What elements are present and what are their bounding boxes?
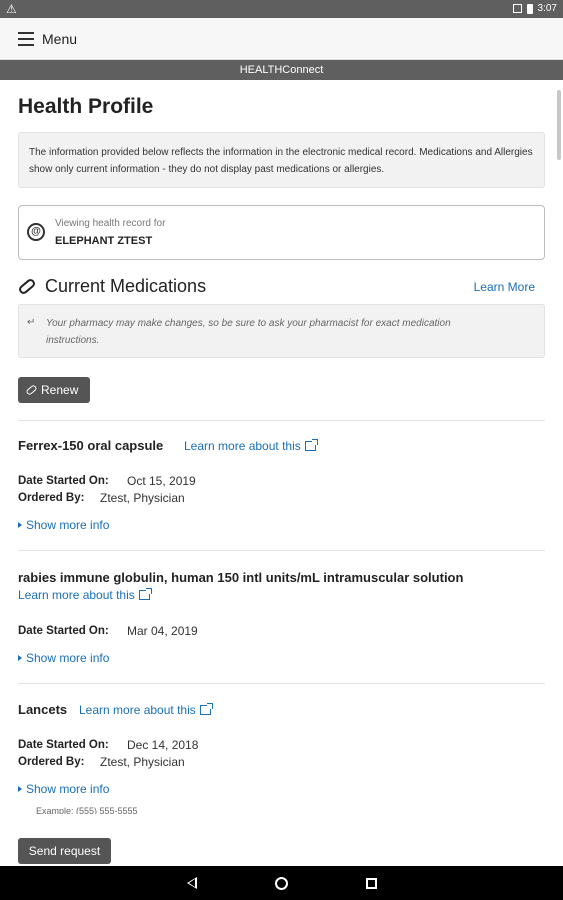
date-started-label: Date Started On:	[18, 475, 109, 487]
ordered-by-label: Ordered By:	[18, 756, 85, 768]
external-link-icon	[304, 439, 318, 451]
external-link-icon	[138, 588, 152, 600]
divider	[18, 550, 545, 551]
divider	[18, 683, 545, 684]
medication-name: Lancets	[18, 702, 68, 717]
menu-button[interactable]: Menu	[42, 31, 77, 47]
note-icon: ↵	[27, 317, 36, 328]
health-record-box: @ Viewing health record for ELEPHANT ZTE…	[18, 205, 545, 260]
pill-icon	[25, 384, 38, 396]
learn-more-label: Learn more about this	[184, 439, 301, 453]
learn-more-label: Learn more about this	[18, 588, 135, 602]
account-icon: @	[27, 223, 45, 241]
record-caption: Viewing health record for	[55, 218, 166, 229]
page-title: Health Profile	[18, 95, 154, 118]
date-started-value: Mar 04, 2019	[127, 624, 198, 638]
recents-icon[interactable]	[366, 878, 377, 889]
caret-right-icon	[18, 786, 22, 792]
navigation-bar	[0, 866, 563, 900]
send-request-button[interactable]: Send request	[18, 838, 111, 864]
pill-icon	[17, 277, 37, 296]
back-icon[interactable]	[187, 877, 197, 889]
date-started-value: Dec 14, 2018	[127, 738, 199, 752]
warning-icon: ⚠	[6, 2, 17, 16]
medication-name: rabies immune globulin, human 150 intl u…	[18, 570, 464, 585]
medication-name: Ferrex-150 oral capsule	[18, 438, 164, 453]
external-link-icon	[199, 703, 213, 715]
date-started-value: Oct 15, 2019	[127, 474, 196, 488]
date-started-label: Date Started On:	[18, 739, 109, 751]
renew-button[interactable]: Renew	[18, 377, 90, 403]
divider	[18, 420, 545, 421]
date-started-label: Date Started On:	[18, 625, 109, 637]
show-more-label: Show more info	[26, 782, 110, 796]
learn-more-label: Learn more about this	[79, 703, 196, 717]
battery-icon	[526, 3, 533, 14]
medications-header: Current Medications Learn More	[17, 276, 545, 300]
show-more-info-link[interactable]: Show more info	[18, 651, 109, 665]
show-more-label: Show more info	[26, 651, 110, 665]
caret-right-icon	[18, 655, 22, 661]
learn-more-about-link[interactable]: Learn more about this	[79, 703, 213, 717]
show-more-label: Show more info	[26, 518, 110, 532]
ordered-by-value: Ztest, Physician	[100, 491, 185, 505]
scrollbar[interactable]	[557, 90, 561, 160]
signal-icon	[512, 4, 522, 13]
hamburger-menu-icon[interactable]	[18, 32, 34, 46]
show-more-info-link[interactable]: Show more info	[18, 518, 109, 532]
learn-more-about-link[interactable]: Learn more about this	[18, 588, 152, 602]
status-time: 3:07	[537, 3, 557, 14]
renew-label: Renew	[41, 383, 79, 397]
patient-name: ELEPHANT ZTEST	[55, 235, 153, 247]
status-bar: ⚠ 3:07	[0, 0, 563, 18]
caret-right-icon	[18, 522, 22, 528]
learn-more-link[interactable]: Learn More	[474, 280, 535, 294]
status-icons: 3:07	[512, 3, 557, 14]
main-content: Health Profile The information provided …	[0, 80, 555, 866]
app-bar: Menu	[0, 18, 563, 60]
note-text: Your pharmacy may make changes, so be su…	[46, 318, 451, 346]
ordered-by-label: Ordered By:	[18, 492, 85, 504]
example-hint: Example: (555) 555-5555	[36, 806, 138, 814]
brand-bar: HEALTHConnect	[0, 60, 563, 80]
ordered-by-value: Ztest, Physician	[100, 755, 185, 769]
learn-more-about-link[interactable]: Learn more about this	[184, 439, 318, 453]
home-icon[interactable]	[275, 877, 288, 890]
section-title: Current Medications	[45, 276, 207, 296]
show-more-info-link[interactable]: Show more info	[18, 782, 109, 796]
pharmacy-note: ↵ Your pharmacy may make changes, so be …	[18, 304, 545, 358]
info-box: The information provided below reflects …	[18, 132, 545, 188]
